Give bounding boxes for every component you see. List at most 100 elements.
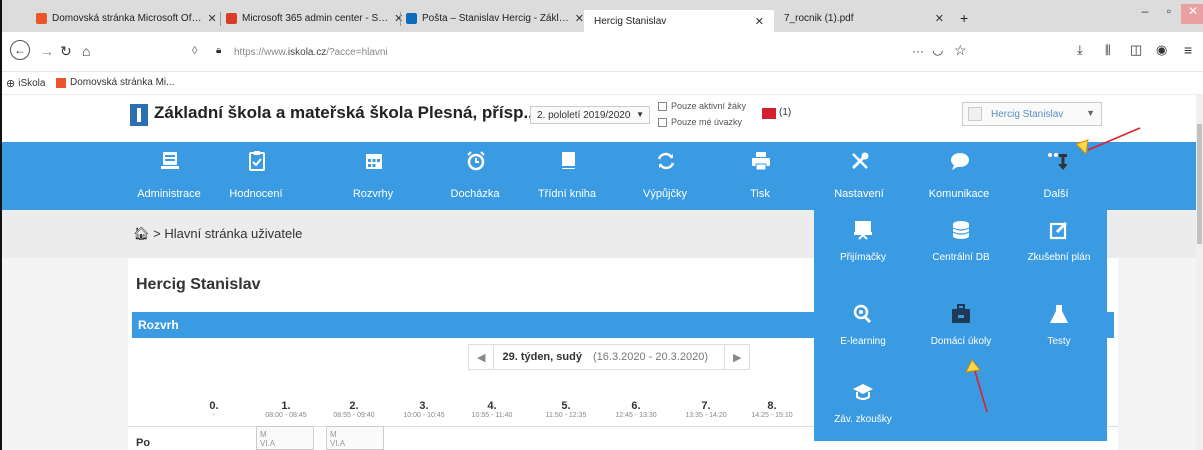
- page-title: Hercig Stanislav: [136, 276, 261, 293]
- dropdown-item-zav-zkousky[interactable]: Záv. zkoušky: [814, 372, 912, 432]
- hour-header: 5. 11:50 - 12:35: [536, 400, 596, 419]
- checkbox-box[interactable]: [658, 117, 667, 127]
- menu-icon[interactable]: ≡: [1184, 42, 1192, 58]
- back-icon[interactable]: ←: [10, 40, 30, 60]
- dropdown-item-e-learning[interactable]: E-learning: [814, 294, 912, 354]
- hour-number: 1.: [281, 400, 291, 412]
- restore-icon[interactable]: ▫: [1157, 4, 1181, 24]
- reload-icon[interactable]: ↻: [60, 43, 72, 60]
- page-actions-icon[interactable]: ···: [912, 44, 924, 58]
- outlook-icon: [406, 12, 417, 24]
- forward-icon[interactable]: →: [40, 43, 54, 59]
- page-scrollbar[interactable]: [1196, 94, 1203, 450]
- presentation-icon: [854, 221, 872, 240]
- menu-item-nastaveni[interactable]: Nastavení: [814, 142, 904, 210]
- hour-time: 12:45 - 13:30: [615, 412, 657, 419]
- next-week-button[interactable]: ▶: [724, 345, 749, 369]
- bookmark-label: Domovská stránka Mi...: [70, 77, 175, 88]
- dropdown-item-label: Centrální DB: [932, 252, 990, 263]
- tab-label: 7_rocnik (1).pdf: [784, 12, 854, 24]
- tab-label: Domovská stránka Microsoft Of…: [52, 12, 202, 24]
- dropdown-item-label: Zkušební plán: [1027, 252, 1091, 263]
- dropdown-item-prijimacky[interactable]: Přijímačky: [814, 210, 912, 270]
- shield-icon[interactable]: ◊: [192, 45, 197, 57]
- home-icon[interactable]: ⌂: [82, 43, 90, 59]
- dropdown-item-domaci-ukoly[interactable]: Domácí úkoly: [912, 294, 1010, 354]
- tab-label: Microsoft 365 admin center - S…: [242, 12, 389, 24]
- office-icon: [36, 12, 47, 24]
- period-select[interactable]: 2. pololetí 2019/2020 ▼: [530, 106, 650, 124]
- mail-count[interactable]: (1): [779, 107, 791, 118]
- new-tab-button[interactable]: +: [960, 7, 968, 29]
- menu-item-administrace[interactable]: Administrace: [124, 142, 214, 210]
- download-icon[interactable]: ⤓: [1077, 42, 1083, 58]
- office-icon: [56, 77, 66, 88]
- menu-item-vypujcky[interactable]: Výpůjčky: [620, 142, 710, 210]
- close-window-icon[interactable]: ✕: [1181, 4, 1203, 24]
- cell-class: VI.A: [330, 439, 346, 448]
- menu-item-komunikace[interactable]: Komunikace: [914, 142, 1004, 210]
- active-pupils-checkbox[interactable]: Pouze aktivní žáky: [658, 101, 746, 111]
- tab-close-icon[interactable]: ✕: [207, 12, 216, 25]
- more-icon: [1048, 153, 1067, 170]
- mail-icon[interactable]: [762, 108, 776, 119]
- tab-close-icon[interactable]: ✕: [755, 15, 764, 28]
- app-header: Základní škola a mateřská škola Plesná, …: [2, 94, 1203, 142]
- library-icon[interactable]: ⫼: [1105, 43, 1111, 58]
- hour-time: 08:00 - 08:45: [265, 412, 307, 419]
- menu-item-rozvrhy[interactable]: Rozvrhy: [328, 142, 418, 210]
- schedule-cell[interactable]: M VI.A: [326, 426, 384, 450]
- lock-icon: 🔒︎: [216, 45, 222, 56]
- menu-item-tisk[interactable]: Tisk: [715, 142, 805, 210]
- tab-close-icon[interactable]: ✕: [935, 12, 944, 25]
- hour-header: 8. 14:25 - 15:10: [742, 400, 802, 419]
- tab-outlook[interactable]: Pošta – Stanislav Hercig - Zákl… ✕: [406, 7, 584, 29]
- pocket-icon[interactable]: ◡: [932, 42, 943, 58]
- home-icon[interactable]: 🏠︎: [133, 226, 150, 241]
- sidebar-icon[interactable]: ◫: [1130, 42, 1142, 58]
- minimize-icon[interactable]: –: [1133, 4, 1157, 24]
- day-label: Po: [136, 437, 151, 449]
- dropdown-item-centralni-db[interactable]: Centrální DB: [912, 210, 1010, 270]
- week-label: 29. týden, sudý (16.3.2020 - 20.3.2020): [494, 345, 724, 369]
- tab-office-home[interactable]: Domovská stránka Microsoft Of… ✕: [36, 7, 217, 29]
- elearning-icon: [853, 304, 872, 324]
- hour-number: 8.: [767, 400, 777, 412]
- menu-item-hodnoceni[interactable]: Hodnocení: [211, 142, 301, 210]
- dropdown-item-testy[interactable]: Testy: [1010, 294, 1108, 354]
- dropdown-item-label: Přijímačky: [839, 252, 887, 263]
- star-icon[interactable]: ☆: [954, 42, 967, 59]
- window-controls: – ▫ ✕: [1133, 4, 1203, 24]
- tab-close-icon[interactable]: ✕: [394, 12, 403, 25]
- schedule-cell[interactable]: M VI.A: [256, 426, 314, 450]
- bookmark-office-home[interactable]: Domovská stránka Mi...: [56, 77, 174, 88]
- tab-iskola[interactable]: Hercig Stanislav ✕: [584, 10, 774, 32]
- tab-close-icon[interactable]: ✕: [575, 12, 584, 25]
- tab-pdf[interactable]: 7_rocnik (1).pdf ✕: [784, 7, 944, 29]
- account-icon[interactable]: ◉: [1156, 42, 1167, 58]
- prev-week-button[interactable]: ◀: [469, 345, 495, 369]
- hour-time: 10:00 - 10:45: [403, 412, 445, 419]
- iskola-logo-icon: [130, 104, 148, 126]
- menu-item-tridni-kniha[interactable]: Třídní kniha: [522, 142, 612, 210]
- database-icon: [952, 221, 970, 239]
- hour-number: 7.: [701, 400, 711, 412]
- checkbox-box[interactable]: [658, 101, 667, 111]
- bookmark-iskola[interactable]: ⊕ iSkola: [6, 77, 45, 90]
- menu-item-dochazka[interactable]: Docházka: [430, 142, 520, 210]
- scrollbar-thumb[interactable]: [1197, 124, 1202, 244]
- tab-admin-center[interactable]: Microsoft 365 admin center - S… ✕: [226, 7, 403, 29]
- briefcase-icon: [952, 304, 970, 323]
- menu-item-label: Rozvrhy: [352, 188, 394, 200]
- menu-item-label: Komunikace: [928, 188, 990, 200]
- checkbox-label: Pouze aktivní žáky: [671, 101, 747, 111]
- dropdown-item-zkusebni-plan[interactable]: Zkušební plán: [1010, 210, 1108, 270]
- week-dates: (16.3.2020 - 20.3.2020): [593, 351, 708, 363]
- my-duties-checkbox[interactable]: Pouze mé úvazky: [658, 117, 742, 127]
- cell-subject: M: [260, 430, 267, 439]
- url-bar[interactable]: https://www.iskola.cz/?acce=hlavni: [234, 47, 388, 58]
- calendar-icon: [366, 154, 382, 169]
- menu-item-dalsi[interactable]: Další: [1011, 142, 1101, 210]
- user-select[interactable]: Hercig Stanislav ▼: [962, 102, 1102, 126]
- breadcrumb-text: > Hlavní stránka uživatele: [153, 226, 303, 241]
